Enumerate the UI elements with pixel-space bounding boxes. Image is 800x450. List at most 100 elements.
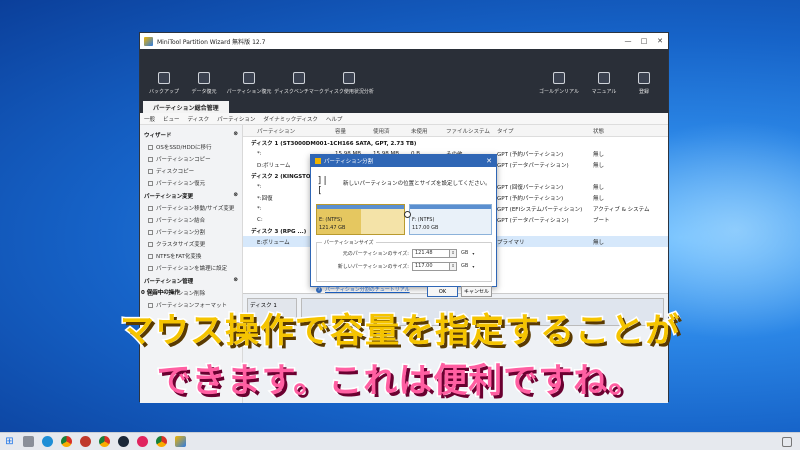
space-analyzer-icon xyxy=(343,72,355,84)
collapse-icon[interactable]: ⊗ xyxy=(233,277,238,285)
dialog-title: パーティション分割 xyxy=(324,159,374,165)
toolbar-backup[interactable]: バックアップ xyxy=(144,72,184,95)
window-title: MiniTool Partition Wizard 無料版 12.7 xyxy=(157,38,266,46)
toolbar-partition-recovery[interactable]: パーティション復元 xyxy=(224,72,274,95)
col-type[interactable]: タイプ xyxy=(497,127,514,135)
disk-label: ディスク 1 (ST3000DM001-1CH166 SATA, GPT, 2.… xyxy=(251,140,417,147)
sidebar-section-change[interactable]: パーティション変更 ⊗ xyxy=(140,189,242,202)
cell-name: *: xyxy=(257,183,262,190)
new-partition-block[interactable]: F: (NTFS) 117.00 GB xyxy=(409,204,492,235)
maximize-button[interactable]: □ xyxy=(636,37,652,45)
partition-slider[interactable]: E: (NTFS) 121.47 GB F: (NTFS) 117.00 GB xyxy=(316,204,492,235)
cell-status: 無し xyxy=(593,151,605,158)
col-partition[interactable]: パーティション xyxy=(257,127,295,135)
app-logo-icon xyxy=(144,36,153,46)
caption-line-1: マウス操作で容量を指定することが xyxy=(119,310,681,353)
dialog-close-icon[interactable]: ✕ xyxy=(486,157,492,165)
cancel-button[interactable]: キャンセル xyxy=(461,286,492,297)
split-partition-icon: ]|[ xyxy=(317,176,328,196)
chrome-icon[interactable] xyxy=(99,436,110,447)
new-size-stepper[interactable]: ⇕ xyxy=(450,261,457,271)
disk-benchmark-icon xyxy=(293,72,305,84)
chrome-icon[interactable] xyxy=(61,436,72,447)
cell-name: *: xyxy=(257,205,262,212)
toolbar-disk-benchmark[interactable]: ディスクベンチマーク xyxy=(274,72,324,95)
cell-status: 無し xyxy=(593,184,605,191)
sidebar-item[interactable]: パーティション分割 xyxy=(140,226,242,238)
close-button[interactable]: ✕ xyxy=(652,37,668,45)
windows-start-icon[interactable]: ⊞ xyxy=(4,436,15,447)
col-used[interactable]: 使用済 xyxy=(373,127,390,135)
cluster-icon xyxy=(148,241,153,247)
resize-icon xyxy=(148,205,153,211)
original-size-stepper[interactable]: ⇕ xyxy=(450,248,457,258)
group-legend: パーティションサイズ xyxy=(322,239,376,246)
menu-dynamic-disk[interactable]: ダイナミックディスク xyxy=(263,115,318,123)
cell-status: 無し xyxy=(593,195,605,202)
copy-disk-icon xyxy=(148,168,153,174)
help-icon[interactable]: ? xyxy=(316,287,322,293)
cell-status: 無し xyxy=(593,239,605,246)
sidebar-section-wizard[interactable]: ウィザード ⊗ xyxy=(140,128,242,141)
toolbar-media[interactable]: ゴールデンリアル xyxy=(534,72,584,95)
menu-partition[interactable]: パーティション xyxy=(217,115,255,123)
taskbar: ⊞ xyxy=(0,432,800,450)
toolbar-register[interactable]: 登録 xyxy=(624,72,664,95)
resize-handle-icon[interactable] xyxy=(404,211,411,218)
original-size-input[interactable]: 121.48 xyxy=(412,248,450,258)
menu-disk[interactable]: ディスク xyxy=(188,115,210,123)
sidebar-item[interactable]: NTFSをFAT化変換 xyxy=(140,250,242,262)
tutorial-link[interactable]: パーティション分割のチュートリアル xyxy=(325,286,410,293)
chrome-icon[interactable] xyxy=(156,436,167,447)
new-size-unit[interactable]: GB xyxy=(461,263,468,269)
cell-type: GPT (データパーティション) xyxy=(497,217,569,224)
original-partition-block[interactable]: E: (NTFS) 121.47 GB xyxy=(316,204,405,235)
app-icon[interactable] xyxy=(80,436,91,447)
convert-icon xyxy=(148,253,153,259)
new-size-input[interactable]: 117.00 xyxy=(412,261,450,271)
col-capacity[interactable]: 容量 xyxy=(335,127,346,135)
merge-icon xyxy=(148,217,153,223)
minimize-button[interactable]: — xyxy=(620,37,636,45)
sidebar-item[interactable]: パーティション結合 xyxy=(140,214,242,226)
sidebar-item[interactable]: パーティション移動/サイズ変更 xyxy=(140,202,242,214)
sidebar-item[interactable]: ディスクコピー xyxy=(140,165,242,177)
menu-general[interactable]: 一般 xyxy=(144,115,155,123)
right-part-label: F: (NTFS) xyxy=(412,217,435,223)
steam-icon[interactable] xyxy=(118,436,129,447)
collapse-icon[interactable]: ⊗ xyxy=(233,131,238,139)
main-toolbar: バックアップ データ復元 パーティション復元 ディスクベンチマーク ディスク使用… xyxy=(140,49,668,99)
left-part-size: 121.47 GB xyxy=(319,225,346,231)
edge-icon[interactable] xyxy=(42,436,53,447)
notification-icon[interactable] xyxy=(782,436,792,447)
col-status[interactable]: 状態 xyxy=(593,127,604,135)
toolbar-data-recovery[interactable]: データ復元 xyxy=(184,72,224,95)
sidebar-item[interactable]: OSをSSD/HDDに移行 xyxy=(140,141,242,153)
col-filesystem[interactable]: ファイルシステム xyxy=(446,127,490,135)
sidebar-item[interactable]: パーティションコピー xyxy=(140,153,242,165)
original-size-unit[interactable]: GB xyxy=(461,250,468,256)
search-icon[interactable] xyxy=(23,436,34,447)
sidebar-item[interactable]: クラスタサイズ変更 xyxy=(140,238,242,250)
chevron-down-icon[interactable]: ▾ xyxy=(472,251,474,256)
cell-name: E:ボリューム xyxy=(257,239,290,246)
toolbar-manual[interactable]: マニュアル xyxy=(584,72,624,95)
app-red-icon[interactable] xyxy=(137,436,148,447)
menu-view[interactable]: ビュー xyxy=(163,115,180,123)
menu-help[interactable]: ヘルプ xyxy=(326,115,343,123)
disk-row[interactable]: ディスク 1 (ST3000DM001-1CH166 SATA, GPT, 2.… xyxy=(243,137,668,148)
partition-wizard-icon[interactable] xyxy=(175,436,186,447)
cell-status: アクティブ & システム xyxy=(593,206,650,213)
tab-partition-management[interactable]: パーティション総合管理 xyxy=(143,101,229,113)
toolbar-space-analyzer[interactable]: ディスク使用状況分析 xyxy=(324,72,374,95)
cell-name: *:回復 xyxy=(257,195,273,202)
sidebar-item[interactable]: パーティションを論理に設定 xyxy=(140,262,242,274)
col-free[interactable]: 未使用 xyxy=(411,127,428,135)
chevron-down-icon[interactable]: ▾ xyxy=(472,264,474,269)
sidebar-section-management[interactable]: パーティション管理 ⊗ xyxy=(140,274,242,287)
ok-button[interactable]: OK xyxy=(427,286,458,297)
sidebar-item[interactable]: パーティション復元 xyxy=(140,177,242,189)
cell-type: GPT (回復パーティション) xyxy=(497,184,564,191)
backup-icon xyxy=(158,72,170,84)
collapse-icon[interactable]: ⊗ xyxy=(233,192,238,200)
